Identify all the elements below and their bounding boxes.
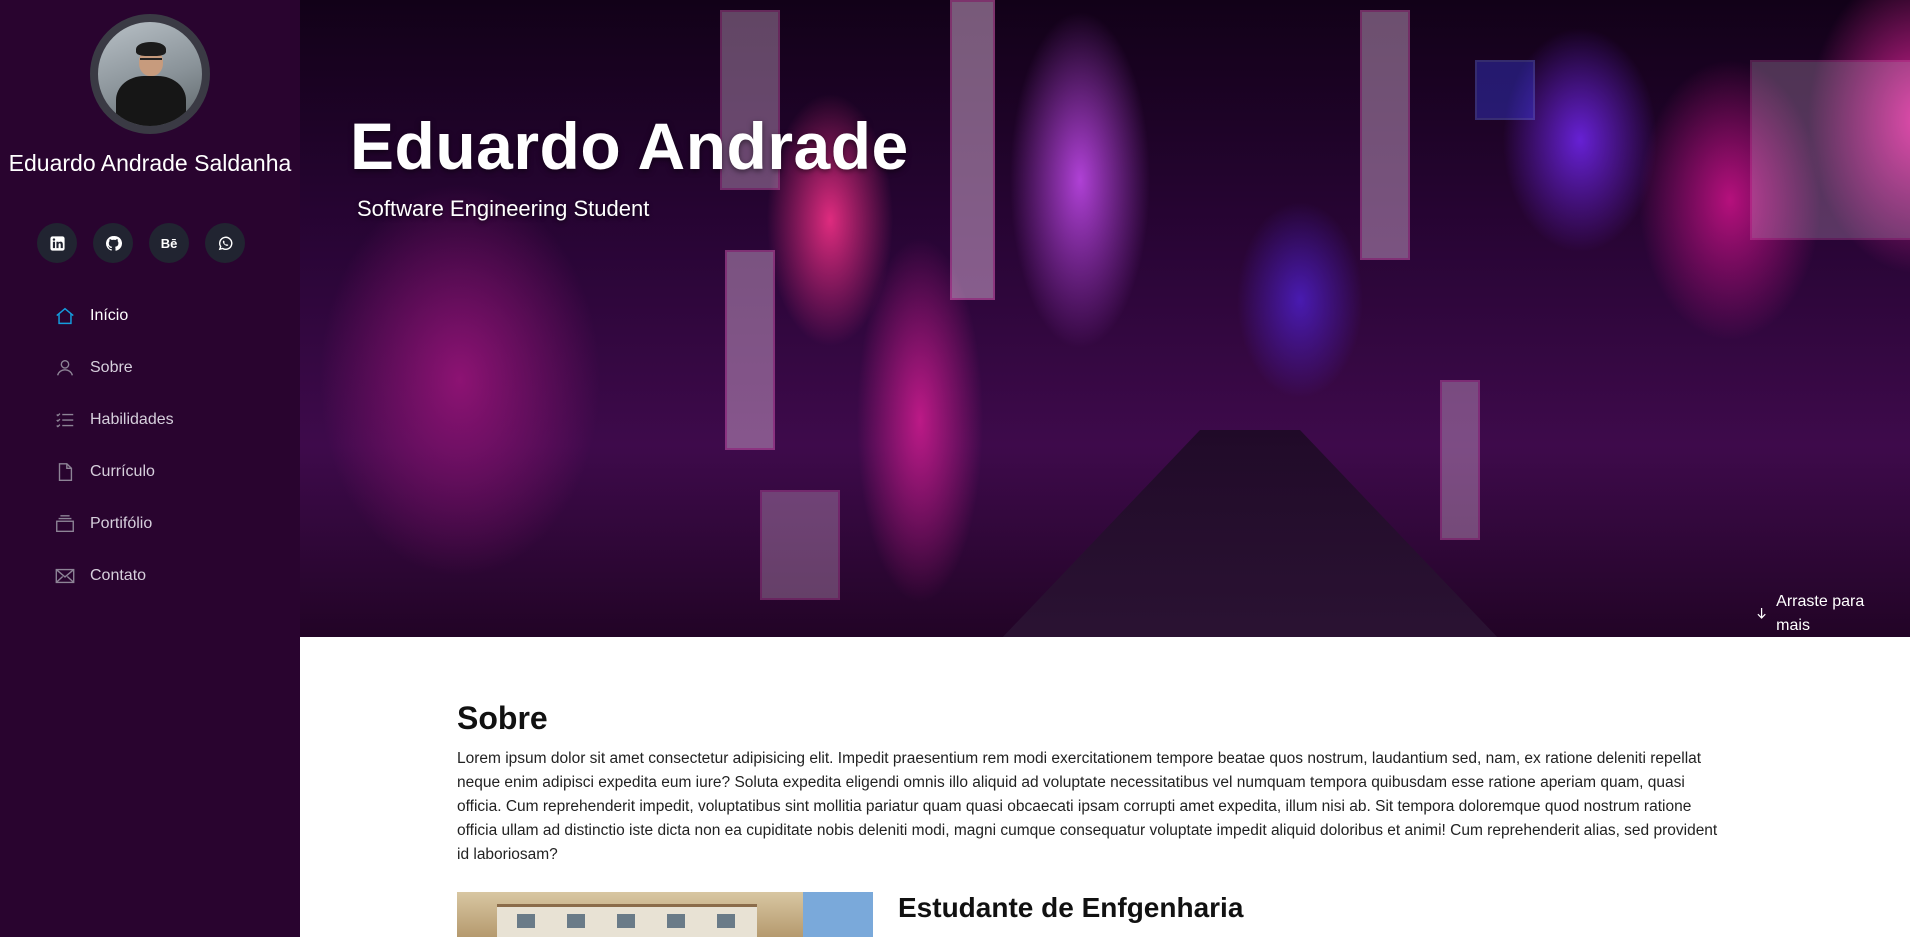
hero-section: Eduardo Andrade Software Engineering Stu… bbox=[300, 0, 1910, 637]
scroll-down-link[interactable]: Arraste para mais bbox=[1755, 590, 1895, 637]
nav-item-inicio[interactable]: Início bbox=[54, 290, 174, 342]
about-detail: Estudante de Enfgenharia bbox=[457, 892, 1722, 937]
behance-icon: Bē bbox=[160, 235, 178, 251]
nav-item-habilidades[interactable]: Habilidades bbox=[54, 394, 174, 446]
nav-item-label: Contato bbox=[90, 567, 147, 584]
portfolio-icon bbox=[56, 515, 74, 533]
avatar bbox=[90, 14, 210, 134]
nav-item-label: Currículo bbox=[90, 463, 155, 480]
nav-item-sobre[interactable]: Sobre bbox=[54, 342, 174, 394]
user-icon bbox=[56, 359, 74, 376]
document-icon bbox=[58, 463, 73, 481]
nav-item-label: Habilidades bbox=[90, 411, 174, 428]
whatsapp-link[interactable] bbox=[205, 223, 245, 263]
scroll-hint-label: Arraste para mais bbox=[1776, 593, 1865, 634]
list-icon bbox=[56, 413, 74, 428]
home-icon bbox=[56, 307, 74, 325]
nav-item-label: Início bbox=[90, 307, 129, 324]
envelope-icon bbox=[55, 568, 75, 584]
linkedin-icon bbox=[49, 235, 65, 251]
arrow-down-icon bbox=[1757, 608, 1766, 619]
nav-item-contato[interactable]: Contato bbox=[54, 550, 174, 602]
github-link[interactable] bbox=[93, 223, 133, 263]
about-subtitle: Estudante de Enfgenharia bbox=[898, 892, 1244, 923]
hero-title: Eduardo Andrade bbox=[350, 109, 909, 183]
behance-link[interactable]: Bē bbox=[149, 223, 189, 263]
nav-item-label: Portifólio bbox=[90, 515, 153, 532]
sidebar-nav: Início Sobre Habilidades Currículo Porti… bbox=[54, 290, 174, 602]
github-icon bbox=[105, 235, 122, 251]
about-text: Lorem ipsum dolor sit amet consectetur a… bbox=[457, 750, 1718, 863]
hero-subtitle: Software Engineering Student bbox=[357, 196, 650, 221]
profile-name: Eduardo Andrade Saldanha bbox=[8, 150, 292, 176]
nav-item-portifolio[interactable]: Portifólio bbox=[54, 498, 174, 550]
nav-item-curriculo[interactable]: Currículo bbox=[54, 446, 174, 498]
nav-item-label: Sobre bbox=[90, 359, 133, 376]
section-title: Sobre bbox=[457, 700, 548, 736]
sidebar: Eduardo Andrade Saldanha Bē Início Sobre… bbox=[0, 0, 300, 937]
hero-background-image bbox=[1000, 430, 1500, 637]
linkedin-link[interactable] bbox=[37, 223, 77, 263]
about-photo bbox=[457, 892, 873, 937]
about-section: Sobre Lorem ipsum dolor sit amet consect… bbox=[457, 700, 1722, 867]
social-links: Bē bbox=[37, 223, 245, 263]
whatsapp-icon bbox=[218, 236, 232, 250]
